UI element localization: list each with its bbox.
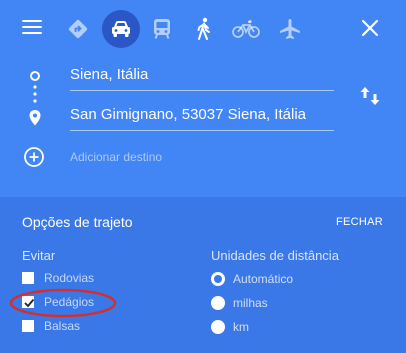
hamburger-menu-icon[interactable] (22, 18, 44, 38)
mode-flight-button[interactable] (272, 11, 308, 47)
mode-transit-button[interactable] (144, 11, 180, 47)
units-automatic-label: Automático (233, 272, 294, 286)
checkbox-checked-icon (22, 296, 35, 308)
swap-vertical-icon[interactable] (358, 84, 382, 108)
directions-diamond-icon (68, 19, 88, 39)
avoid-tolls-label: Pedágios (44, 295, 95, 309)
units-automatic-radio[interactable]: Automático (211, 269, 293, 289)
car-icon (112, 21, 130, 37)
route-dots-icon (33, 85, 37, 103)
distance-units-heading: Unidades de distância (211, 248, 339, 263)
airplane-icon (280, 19, 300, 39)
avoid-tolls-checkbox[interactable]: Pedágios (22, 292, 94, 312)
walking-person-icon (197, 17, 210, 40)
plus-circle-icon[interactable] (22, 145, 46, 169)
close-options-button[interactable]: FECHAR (336, 216, 383, 228)
checkbox-unchecked-icon (22, 320, 34, 332)
radio-unselected-icon (211, 320, 225, 334)
units-miles-label: milhas (233, 296, 268, 310)
units-km-label: km (233, 320, 249, 334)
route-options-title: Opções de trajeto (22, 214, 133, 230)
directions-header: Siena, Itália San Gimignano, 53037 Siena… (0, 0, 406, 197)
origin-input[interactable]: Siena, Itália (70, 64, 334, 91)
avoid-heading: Evitar (22, 248, 56, 263)
radio-selected-icon (211, 272, 225, 286)
add-destination-link[interactable]: Adicionar destino (70, 150, 162, 164)
checkbox-unchecked-icon (22, 272, 34, 284)
route-options-panel: Opções de trajeto FECHAR Evitar Rodovias… (0, 197, 406, 353)
mode-car-button[interactable] (102, 10, 140, 48)
train-icon (154, 19, 170, 39)
mode-walking-button[interactable] (186, 11, 222, 47)
origin-circle-icon (30, 71, 40, 81)
avoid-ferries-label: Balsas (44, 319, 81, 333)
avoid-highways-checkbox[interactable]: Rodovias (22, 268, 94, 288)
close-icon[interactable] (360, 18, 380, 38)
units-miles-radio[interactable]: milhas (211, 293, 268, 313)
directions-panel: Siena, Itália San Gimignano, 53037 Siena… (0, 0, 406, 353)
units-km-radio[interactable]: km (211, 317, 249, 337)
destination-pin-icon (29, 110, 41, 126)
destination-input[interactable]: San Gimignano, 53037 Siena, Itália (70, 104, 334, 131)
bicycle-icon (232, 19, 260, 38)
avoid-ferries-checkbox[interactable]: Balsas (22, 316, 80, 336)
avoid-highways-label: Rodovias (44, 271, 95, 285)
mode-bicycle-button[interactable] (228, 11, 264, 47)
mode-best-route-button[interactable] (60, 11, 96, 47)
radio-unselected-icon (211, 296, 225, 310)
